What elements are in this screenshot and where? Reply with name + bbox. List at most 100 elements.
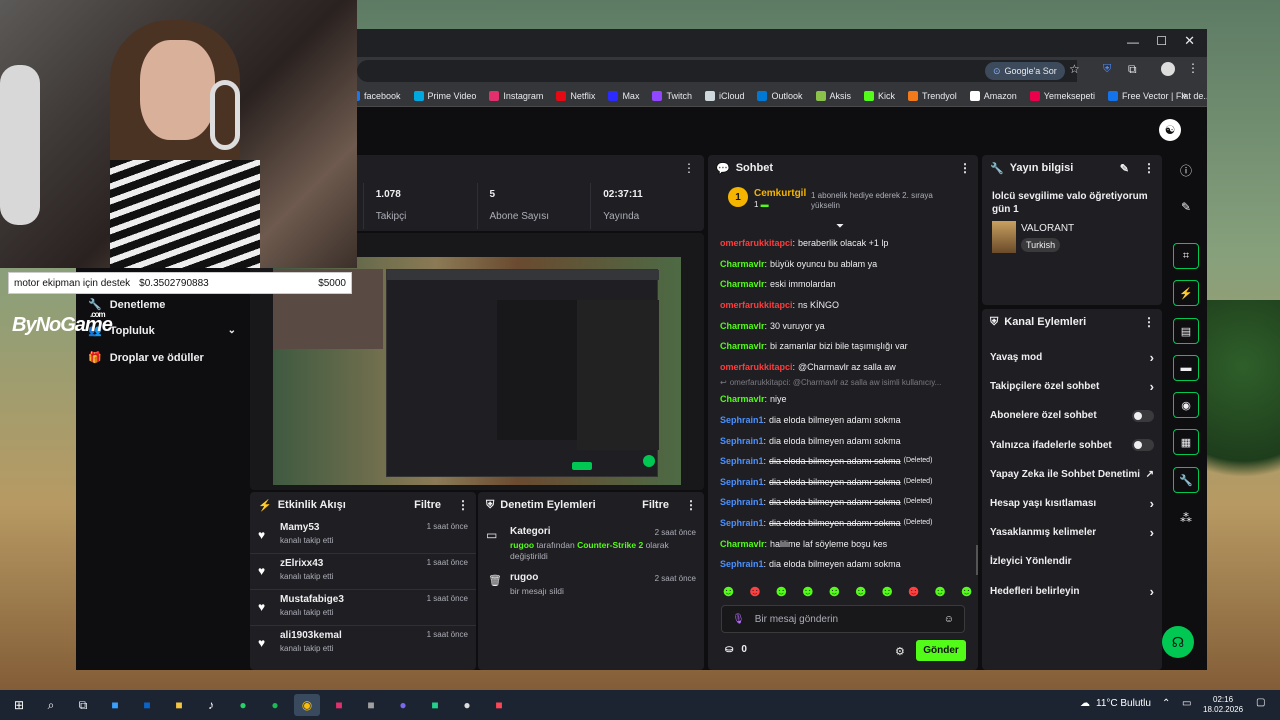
notes-icon[interactable]: ▤	[1173, 318, 1199, 344]
address-bar[interactable]: ⊙ Google'a Sor ☆ ⛨ ⧉ ⋮	[357, 57, 1207, 85]
network-icon[interactable]: ▭	[1182, 698, 1191, 709]
language-tag[interactable]: Turkish	[1021, 238, 1061, 252]
chat-username[interactable]: Sephrain1	[720, 558, 764, 570]
chat-bubble-icon[interactable]: ▬	[1173, 355, 1199, 381]
collapse-icon[interactable]: ⏷	[836, 221, 844, 232]
game-name[interactable]: VALORANT	[1021, 223, 1074, 234]
channel-action-item[interactable]: Hedefleri belirleyin ›	[982, 577, 1162, 606]
extensions-icon[interactable]: ⧉	[1128, 62, 1137, 77]
close-icon[interactable]: ✕	[1184, 33, 1195, 49]
channel-action-item[interactable]: Hesap yaşı kısıtlaması ›	[982, 489, 1162, 518]
edit-icon[interactable]: ✎	[1120, 162, 1129, 175]
profile-avatar[interactable]	[1161, 62, 1175, 76]
activity-user[interactable]: ali1903kemal	[280, 630, 427, 641]
channel-action-item[interactable]: İzleyici Yönlendir	[982, 547, 1162, 576]
info-icon[interactable]: ⓘ	[1173, 157, 1199, 183]
shield-icon[interactable]: ⛨	[1103, 63, 1111, 76]
wrench-icon[interactable]: 🔧	[1173, 467, 1199, 493]
browser-menu-icon[interactable]: ⋮	[1187, 61, 1199, 75]
bookmark-item[interactable]: Aksis	[815, 90, 851, 101]
send-button[interactable]: Gönder	[916, 640, 966, 661]
chat-input[interactable]: 🎙 Bir mesaj gönderin ☺	[721, 605, 965, 633]
activity-filter-button[interactable]: Filtre	[414, 499, 441, 511]
whatsapp-icon[interactable]: ●	[230, 694, 256, 716]
app-icon[interactable]: ■	[102, 694, 128, 716]
top-gifter-name[interactable]: Cemkurtgil	[754, 188, 806, 199]
chat-username[interactable]: Sephrain1	[720, 496, 764, 508]
bookmark-item[interactable]: Instagram	[489, 90, 543, 101]
community-icon[interactable]: ⁂	[1173, 505, 1199, 531]
chat-username[interactable]: Sephrain1	[720, 455, 764, 467]
more-options-icon[interactable]: ⋮	[683, 161, 695, 175]
app-icon[interactable]: ●	[454, 694, 480, 716]
emote-icon[interactable]: ☻	[879, 583, 896, 601]
minimize-icon[interactable]: —	[1127, 35, 1139, 49]
bookmark-item[interactable]: Prime Video	[413, 90, 476, 101]
chat-username[interactable]: Sephrain1	[720, 435, 764, 447]
chat-username[interactable]: omerfarukkitapci	[720, 299, 793, 311]
emote-icon[interactable]: ☻	[826, 583, 843, 601]
sidebar-item-droplar[interactable]: 🎁 Droplar ve ödüller	[88, 351, 204, 365]
bookmark-item[interactable]: facebook	[357, 90, 401, 101]
bookmark-item[interactable]: iCloud	[704, 90, 744, 101]
emote-icon[interactable]: ☻	[932, 583, 949, 601]
bookmark-star-icon[interactable]: ☆	[1069, 62, 1080, 76]
toggle-switch[interactable]	[1132, 439, 1154, 452]
bookmark-item[interactable]: Yemeksepeti	[1029, 90, 1095, 101]
chat-username[interactable]: Charmavlr	[720, 258, 765, 270]
more-bookmarks-icon[interactable]: »	[1181, 90, 1187, 102]
app-icon[interactable]: ■	[358, 694, 384, 716]
channel-action-item[interactable]: Yalnızca ifadelerle sohbet	[982, 431, 1162, 460]
folder-icon[interactable]: ■	[166, 694, 192, 716]
windows-start-icon[interactable]: ⊞	[6, 694, 32, 716]
channel-action-item[interactable]: Yapay Zeka ile Sohbet Denetimi ↗	[982, 460, 1162, 489]
emote-icon[interactable]: ☻	[799, 583, 816, 601]
layout-icon[interactable]: ▦	[1173, 429, 1199, 455]
more-options-icon[interactable]: ⋮	[1143, 161, 1155, 175]
chat-username[interactable]: Sephrain1	[720, 414, 764, 426]
more-options-icon[interactable]: ⋮	[1143, 315, 1155, 329]
support-headset-icon[interactable]: ☊	[1162, 626, 1194, 658]
more-options-icon[interactable]: ⋮	[457, 498, 469, 512]
chat-username[interactable]: Charmavlr	[720, 340, 765, 352]
channel-action-item[interactable]: Takipçilere özel sohbet ›	[982, 372, 1162, 401]
bookmark-item[interactable]: Trendyol	[908, 90, 957, 101]
mod-filter-button[interactable]: Filtre	[642, 499, 669, 511]
notification-icon[interactable]: ▢	[1256, 697, 1265, 708]
bookmark-item[interactable]: Max	[608, 90, 639, 101]
instagram-icon[interactable]: ■	[326, 694, 352, 716]
toggle-switch[interactable]	[1132, 409, 1154, 422]
channel-points[interactable]: ⛀ 0	[725, 644, 747, 655]
activity-user[interactable]: zElrixx43	[280, 558, 427, 569]
activity-user[interactable]: Mamy53	[280, 522, 427, 533]
pencil-icon[interactable]: ✎	[1173, 194, 1199, 220]
channel-action-item[interactable]: Yasaklanmış kelimeler ›	[982, 518, 1162, 547]
spotify-icon[interactable]: ●	[262, 694, 288, 716]
channel-action-item[interactable]: Abonelere özel sohbet	[982, 401, 1162, 430]
url-field[interactable]	[357, 60, 1077, 82]
tiktok-icon[interactable]: ♪	[198, 694, 224, 716]
settings-gear-icon[interactable]: ⚙	[895, 645, 905, 658]
weather-widget[interactable]: ☁ 11°C Bulutlu	[1080, 698, 1151, 709]
mod-item-user[interactable]: rugoo	[510, 540, 534, 550]
bookmark-item[interactable]: Amazon	[969, 90, 1017, 101]
emote-icon[interactable]: ☻	[852, 583, 869, 601]
emote-icon[interactable]: ☻	[773, 583, 790, 601]
emote-icon[interactable]: ☻	[905, 583, 922, 601]
chrome-icon[interactable]: ◉	[294, 694, 320, 716]
valorant-icon[interactable]: ■	[486, 694, 512, 716]
more-options-icon[interactable]: ⋮	[685, 498, 697, 512]
bookmark-item[interactable]: Kick	[864, 90, 895, 101]
app-icon[interactable]: ●	[390, 694, 416, 716]
task-view-icon[interactable]: ⧉	[70, 694, 96, 716]
emote-icon[interactable]: ☻	[746, 583, 763, 601]
clock[interactable]: 02:16 18.02.2026	[1203, 695, 1243, 715]
bookmark-item[interactable]: Twitch	[652, 90, 692, 101]
chat-username[interactable]: Charmavlr	[720, 538, 765, 550]
emoji-icon[interactable]: ☺	[944, 614, 954, 625]
bookmark-item[interactable]: Outlook	[757, 90, 803, 101]
mod-item-game[interactable]: Counter-Strike 2	[577, 540, 643, 550]
search-icon[interactable]: ⌕	[38, 694, 64, 716]
channel-action-item[interactable]: Yavaş mod ›	[982, 343, 1162, 372]
emote-icon[interactable]: ☻	[720, 583, 737, 601]
